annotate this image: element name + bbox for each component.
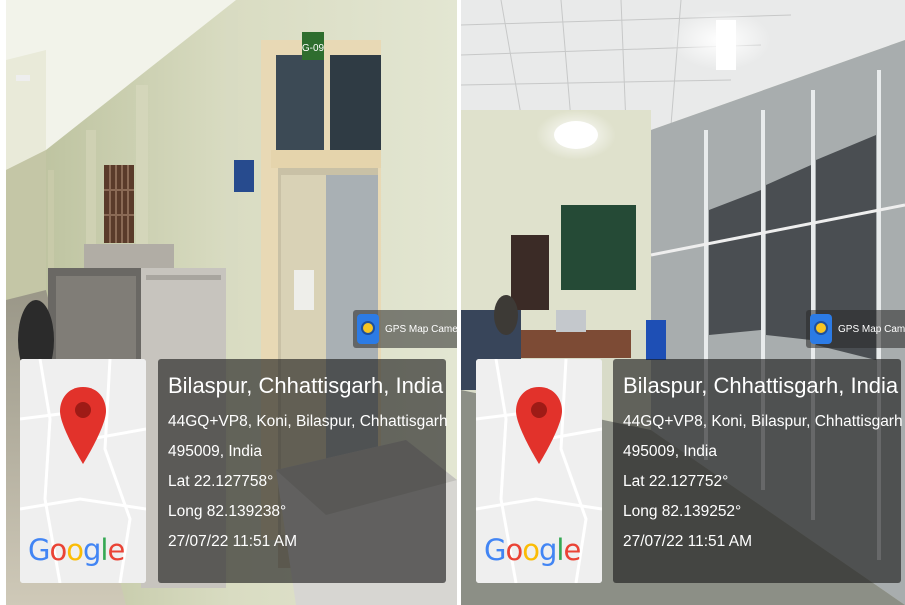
gps-camera-badge: GPS Map Camera (353, 310, 457, 348)
gps-camera-badge: GPS Map Camera (806, 310, 905, 348)
location-postal: 495009, India (623, 443, 717, 460)
location-latitude: Lat 22.127758° (168, 473, 274, 490)
location-info-panel: Bilaspur, Chhattisgarh, India 44GQ+VP8, … (158, 359, 448, 583)
location-longitude: Long 82.139252° (623, 503, 742, 520)
photo-office: GPS Map Camera Google Bilaspur, Chhattis… (461, 0, 905, 605)
location-postal: 495009, India (168, 443, 262, 460)
gps-map-camera-icon (357, 314, 379, 344)
map-thumbnail: Google (476, 359, 602, 583)
location-address: 44GQ+VP8, Koni, Bilaspur, Chhattisgarh (168, 413, 448, 430)
location-title: Bilaspur, Chhattisgarh, India (623, 373, 899, 398)
location-title: Bilaspur, Chhattisgarh, India (168, 373, 444, 398)
location-address: 44GQ+VP8, Koni, Bilaspur, Chhattisgarh (623, 413, 903, 430)
google-logo: Google (484, 533, 581, 567)
map-thumbnail: Google (20, 359, 146, 583)
location-latitude: Lat 22.127752° (623, 473, 729, 490)
location-info-panel: Bilaspur, Chhattisgarh, India 44GQ+VP8, … (613, 359, 903, 583)
location-longitude: Long 82.139238° (168, 503, 287, 520)
badge-app-name: GPS Map Camera (385, 323, 457, 335)
google-logo: Google (28, 533, 125, 567)
location-datetime: 27/07/22 11:51 AM (168, 533, 297, 550)
badge-app-name: GPS Map Camera (838, 323, 905, 335)
location-datetime: 27/07/22 11:51 AM (623, 533, 752, 550)
room-sign: G-09 (302, 43, 325, 54)
photo-corridor: G-09 GPS Map Camera (6, 0, 457, 605)
gps-map-camera-icon (810, 314, 832, 344)
